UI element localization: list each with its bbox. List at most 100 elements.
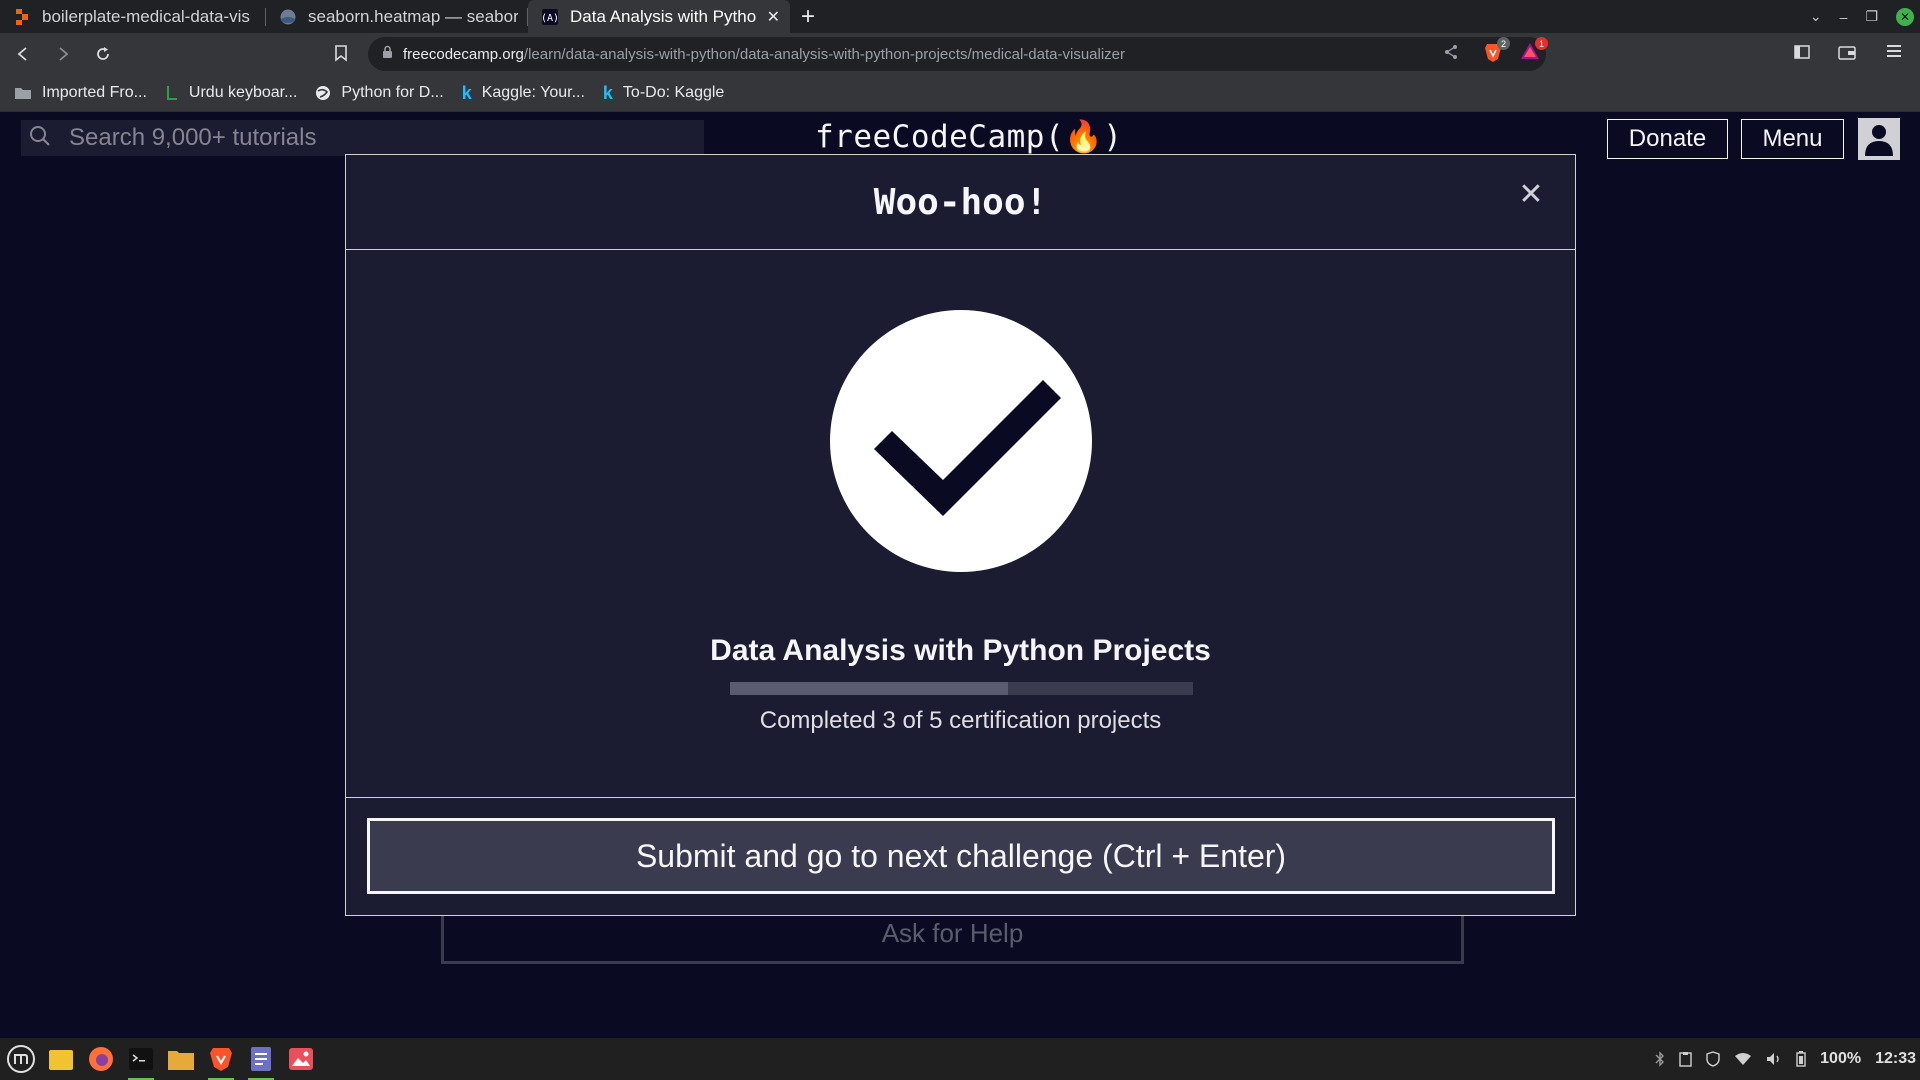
- bookmark-urdu-keyboard[interactable]: Urdu keyboar...: [165, 84, 298, 102]
- folder-icon: [14, 86, 32, 100]
- file-manager-icon: [168, 1051, 194, 1070]
- completion-modal: Woo-hoo! ✕ Data Analysis with Python Pro…: [345, 154, 1576, 916]
- taskbar-terminal[interactable]: [124, 1042, 158, 1080]
- avatar[interactable]: [1858, 118, 1900, 160]
- brave-shields-icon[interactable]: 2: [1484, 37, 1510, 67]
- reload-button[interactable]: [86, 37, 120, 71]
- replit-icon: [14, 8, 30, 25]
- checkmark-icon: [830, 310, 1092, 572]
- shields-badge: 2: [1497, 37, 1510, 50]
- freecodecamp-icon: (A): [542, 8, 558, 25]
- restore-icon[interactable]: ❐: [1865, 8, 1878, 25]
- progress-bar-fill: [730, 682, 1008, 695]
- taskbar-image-viewer[interactable]: [284, 1042, 318, 1076]
- bookmark-label: Imported Fro...: [42, 84, 147, 101]
- forward-button[interactable]: [46, 37, 80, 71]
- url-path: /learn/data-analysis-with-python/data-an…: [523, 45, 1126, 63]
- progress-bar: [730, 682, 1193, 695]
- bookmark-python-for-d[interactable]: Python for D...: [315, 84, 444, 102]
- back-button[interactable]: [6, 37, 40, 71]
- search-box[interactable]: [21, 120, 704, 156]
- new-tab-button[interactable]: +: [790, 0, 826, 33]
- share-icon[interactable]: [1443, 44, 1459, 65]
- taskbar-file-manager[interactable]: [164, 1042, 198, 1076]
- wifi-icon[interactable]: [1734, 1052, 1752, 1066]
- search-input[interactable]: [69, 124, 669, 152]
- browser-toolbar: freecodecamp.org/learn/data-analysis-wit…: [0, 33, 1920, 75]
- tab-title: boilerplate-medical-data-vis: [42, 6, 250, 26]
- clipboard-icon[interactable]: [1679, 1051, 1692, 1067]
- browser-menu-icon[interactable]: [1886, 44, 1902, 63]
- bookmark-label: Python for D...: [341, 84, 444, 101]
- bookmark-todo-kaggle[interactable]: k To-Do: Kaggle: [603, 83, 724, 104]
- tab-search-chevron-icon[interactable]: ⌄: [1810, 8, 1822, 25]
- shield-icon[interactable]: [1706, 1051, 1720, 1067]
- menu-button[interactable]: Menu: [1741, 119, 1844, 159]
- svg-text:(A): (A): [542, 13, 558, 24]
- globe-icon: [315, 85, 331, 101]
- kaggle-icon: k: [602, 82, 613, 103]
- brave-rewards-icon[interactable]: 1: [1520, 37, 1548, 65]
- donate-button[interactable]: Donate: [1607, 119, 1728, 159]
- bookmarks-bar: Imported Fro... Urdu keyboar... Python f…: [0, 75, 1920, 112]
- close-icon[interactable]: ✕: [1517, 180, 1545, 210]
- rewards-badge: 1: [1535, 37, 1548, 50]
- tab-freecodecamp[interactable]: (A) Data Analysis with Pytho ✕: [528, 0, 790, 33]
- tab-seaborn[interactable]: seaborn.heatmap — seabor: [266, 0, 528, 33]
- bookmark-imported[interactable]: Imported Fro...: [14, 84, 147, 102]
- urdu-keyboard-icon: [165, 85, 179, 101]
- bookmark-label: Kaggle: Your...: [481, 84, 585, 101]
- browser-tab-bar: boilerplate-medical-data-vis seaborn.hea…: [0, 0, 1920, 33]
- modal-footer: Submit and go to next challenge (Ctrl + …: [346, 798, 1575, 915]
- certification-title: Data Analysis with Python Projects: [710, 634, 1211, 667]
- image-viewer-icon: [289, 1048, 313, 1070]
- battery-percentage: 100%: [1820, 1050, 1862, 1067]
- tab-title: seaborn.heatmap — seabor: [308, 6, 518, 26]
- taskbar-files-folder[interactable]: [44, 1042, 78, 1076]
- volume-icon[interactable]: [1766, 1052, 1782, 1066]
- minimize-icon[interactable]: –: [1840, 9, 1848, 25]
- close-window-icon[interactable]: ✕: [1896, 7, 1914, 26]
- kaggle-icon: k: [461, 82, 472, 103]
- system-tray: 100% 12:33: [1655, 1038, 1916, 1080]
- firefox-icon: [89, 1047, 113, 1071]
- modal-body: Data Analysis with Python Projects Compl…: [346, 250, 1575, 798]
- clock[interactable]: 12:33: [1875, 1050, 1916, 1068]
- taskbar-brave[interactable]: [204, 1042, 238, 1080]
- taskbar-firefox[interactable]: [84, 1042, 118, 1076]
- submit-next-challenge-button[interactable]: Submit and go to next challenge (Ctrl + …: [367, 818, 1555, 894]
- back-icon: [17, 47, 27, 61]
- wallet-icon[interactable]: [1838, 45, 1856, 65]
- address-bar[interactable]: freecodecamp.org/learn/data-analysis-wit…: [368, 37, 1546, 71]
- linux-mint-icon: [7, 1045, 35, 1073]
- bookmark-label: Urdu keyboar...: [188, 84, 298, 101]
- modal-header: Woo-hoo! ✕: [346, 155, 1575, 250]
- bluetooth-icon[interactable]: [1655, 1051, 1665, 1067]
- search-icon: [29, 125, 51, 152]
- forward-icon: [59, 47, 69, 61]
- taskbar-text-editor[interactable]: [244, 1042, 278, 1080]
- close-tab-icon[interactable]: ✕: [767, 7, 780, 27]
- modal-title: Woo-hoo!: [873, 181, 1048, 223]
- user-avatar-icon: [1865, 125, 1893, 156]
- bookmark-label: To-Do: Kaggle: [622, 84, 725, 101]
- terminal-icon: [129, 1048, 153, 1070]
- battery-icon[interactable]: [1796, 1051, 1806, 1067]
- sidebar-toggle-icon[interactable]: [1794, 45, 1810, 64]
- url-host: freecodecamp.org: [403, 45, 524, 63]
- tab-replit[interactable]: boilerplate-medical-data-vis: [0, 0, 266, 33]
- url-text: freecodecamp.org/learn/data-analysis-wit…: [403, 46, 1125, 63]
- fcc-logo[interactable]: freeCodeCamp(🔥): [815, 118, 1122, 155]
- brave-browser-icon: [210, 1048, 232, 1071]
- window-controls: ⌄ – ❐ ✕: [1810, 0, 1914, 33]
- bookmark-kaggle-your[interactable]: k Kaggle: Your...: [462, 83, 585, 104]
- seaborn-icon: [280, 9, 296, 25]
- yellow-folder-icon: [49, 1050, 73, 1070]
- reload-icon: [97, 47, 109, 60]
- lock-icon[interactable]: [382, 45, 393, 64]
- text-editor-icon: [251, 1047, 271, 1071]
- os-taskbar: 100% 12:33: [0, 1038, 1920, 1080]
- bookmark-icon[interactable]: [334, 45, 348, 67]
- tab-title: Data Analysis with Pytho: [570, 6, 757, 26]
- start-menu-button[interactable]: [4, 1042, 38, 1076]
